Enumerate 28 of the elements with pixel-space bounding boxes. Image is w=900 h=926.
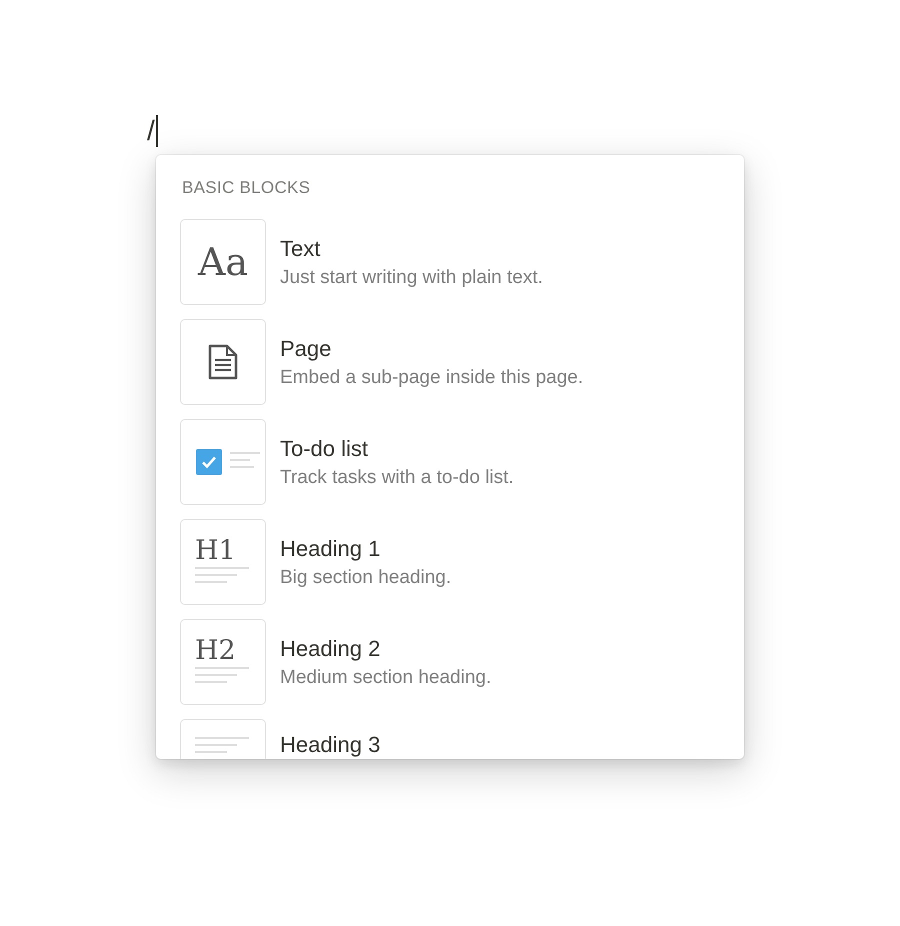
item-description: Medium section heading. <box>280 666 492 690</box>
item-description: Big section heading. <box>280 566 452 590</box>
text-lines-icon <box>195 566 249 584</box>
document-icon <box>208 344 238 380</box>
typed-text: / <box>147 114 155 148</box>
item-title: Heading 1 <box>280 534 382 562</box>
menu-item[interactable]: H2 Heading 2 Medium section heading. <box>180 619 744 705</box>
item-description: Track tasks with a to-do list. <box>280 466 514 490</box>
section-heading: BASIC BLOCKS <box>182 177 310 199</box>
item-description: Embed a sub-page inside this page. <box>280 366 584 390</box>
text-lines-icon <box>230 451 260 469</box>
item-title: To-do list <box>280 434 370 462</box>
item-title: Text <box>280 234 322 262</box>
menu-item[interactable]: Page Embed a sub-page inside this page. <box>180 319 744 405</box>
item-description: Just start writing with plain text. <box>280 266 543 290</box>
item-title: Heading 2 <box>280 634 382 662</box>
item-title: Page <box>280 334 332 362</box>
item-title: Heading 3 <box>280 731 380 758</box>
text-cursor <box>156 115 158 147</box>
menu-item[interactable]: Aa Text Just start writing with plain text. <box>180 219 744 305</box>
thumbnail-glyph: H2 <box>195 636 236 666</box>
thumbnail-glyph: H1 <box>195 536 236 566</box>
menu-item[interactable]: To-do list Track tasks with a to-do list. <box>180 419 744 505</box>
thumbnail-glyph: Aa <box>198 240 248 284</box>
menu-item[interactable]: Heading 3 <box>180 719 744 759</box>
text-lines-icon <box>195 736 249 754</box>
text-lines-icon <box>195 666 249 684</box>
menu-item[interactable]: H1 Heading 1 Big section heading. <box>180 519 744 605</box>
